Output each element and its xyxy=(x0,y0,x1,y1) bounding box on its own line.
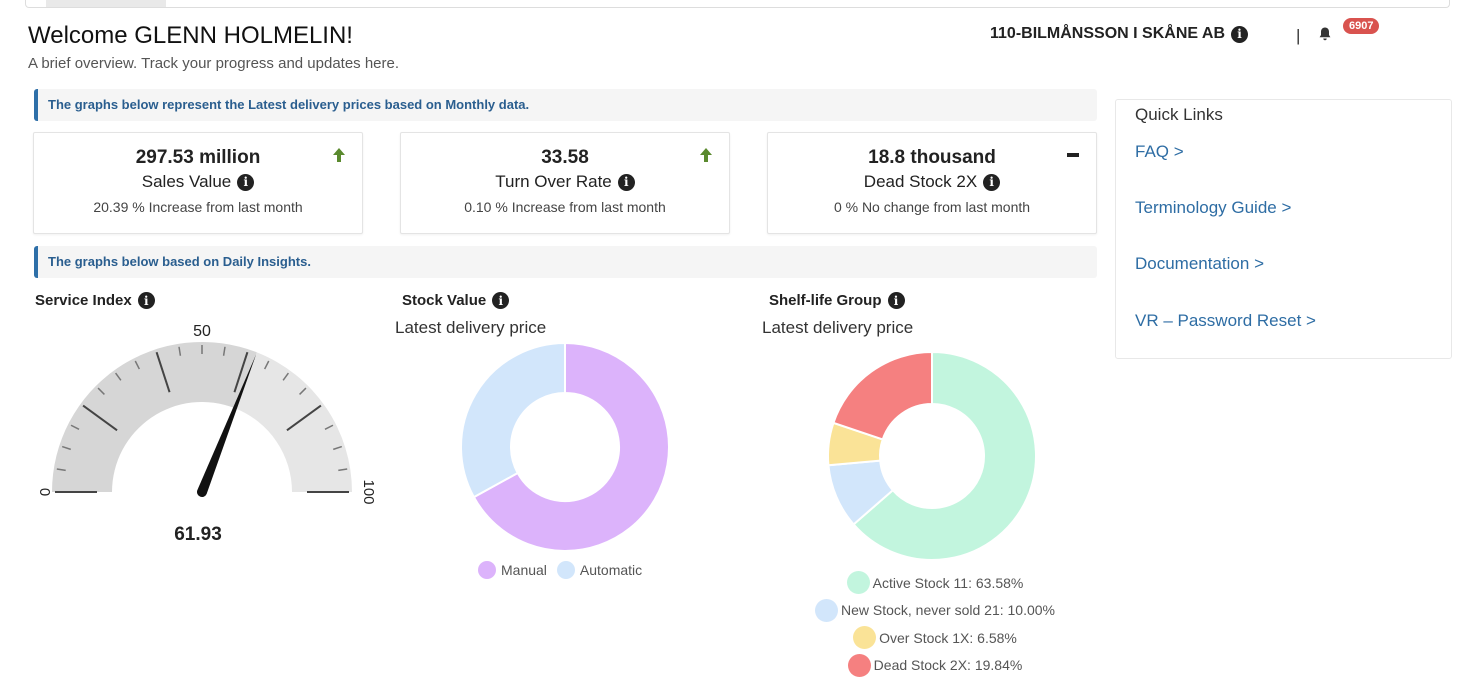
info-icon[interactable]: i xyxy=(1231,25,1248,43)
gauge-filled-band xyxy=(52,342,257,492)
legend-swatch xyxy=(556,561,575,579)
legend-swatch xyxy=(853,626,877,650)
kpi-label-row: Sales Value i xyxy=(34,172,362,192)
stock-value-title-row: Stock Value i xyxy=(402,292,510,309)
kpi-change: 0.10 % Increase from last month xyxy=(464,199,666,215)
link-documentation[interactable]: Documentation > xyxy=(1135,254,1264,274)
legend-item-manual[interactable]: Manual xyxy=(478,561,547,579)
legend-item-automatic[interactable]: Automatic xyxy=(556,561,643,579)
slice-automatic[interactable] xyxy=(460,341,566,499)
kpi-value: 33.58 xyxy=(541,147,589,168)
shelf-life-donut xyxy=(827,350,1037,561)
link-terminology-guide[interactable]: Terminology Guide > xyxy=(1135,198,1291,218)
arrow-up-icon xyxy=(699,147,713,168)
page-subtitle: A brief overview. Track your progress an… xyxy=(28,55,400,72)
gauge-tick-label-100: 100 xyxy=(360,479,375,504)
gauge-value-label: 61.93 xyxy=(174,524,222,545)
legend-label: New Stock, never sold 21: 10.00% xyxy=(840,602,1055,619)
info-icon[interactable]: i xyxy=(617,173,635,191)
legend-swatch xyxy=(847,653,871,677)
gauge-tick-label-0: 0 xyxy=(36,488,53,496)
tab-active[interactable] xyxy=(46,0,166,7)
stock-value-legend: Manual Automatic xyxy=(478,561,642,579)
legend-label: Manual xyxy=(501,562,547,578)
shelf-life-title-row: Shelf-life Group i xyxy=(769,292,905,309)
stock-value-donut xyxy=(460,341,670,552)
kpi-change: 20.39 % Increase from last month xyxy=(93,199,303,215)
legend-label: Active Stock 11: 63.58% xyxy=(872,574,1024,591)
kpi-value: 18.8 thousand xyxy=(868,147,996,168)
company-selector[interactable]: 110-BILMÅNSSON I SKÅNE AB i xyxy=(990,25,1248,43)
monthly-banner: The graphs below represent the Latest de… xyxy=(34,89,1097,121)
kpi-label: Sales Value xyxy=(141,172,232,191)
shelf-life-title: Shelf-life Group xyxy=(769,292,882,309)
header-separator: | xyxy=(1296,26,1301,45)
stock-value-subtitle: Latest delivery price xyxy=(395,318,547,337)
legend-label: Over Stock 1X: 6.58% xyxy=(879,629,1017,646)
kpi-card-sales-value: 297.53 million Sales Value i 20.39 % Inc… xyxy=(33,132,363,234)
kpi-label-row: Dead Stock 2X i xyxy=(768,172,1096,192)
info-icon[interactable]: i xyxy=(137,292,155,309)
slice-dead-stock-2x[interactable] xyxy=(832,350,933,441)
shelf-life-legend: Active Stock 11: 63.58% New Stock, never… xyxy=(780,569,1090,679)
daily-banner: The graphs below based on Daily Insights… xyxy=(34,246,1097,278)
kpi-label: Turn Over Rate xyxy=(495,172,612,191)
info-icon[interactable]: i xyxy=(887,292,905,309)
legend-label: Dead Stock 2X: 19.84% xyxy=(873,657,1023,674)
legend-label: Automatic xyxy=(579,562,643,578)
legend-item-new-stock[interactable]: New Stock, never sold 21: 10.00% xyxy=(780,597,1090,625)
legend-item-dead-stock[interactable]: Dead Stock 2X: 19.84% xyxy=(780,652,1090,680)
service-index-title: Service Index xyxy=(35,292,132,309)
arrow-up-icon xyxy=(332,147,346,168)
gauge-remaining-band xyxy=(234,352,352,492)
quick-links-title: Quick Links xyxy=(1135,105,1223,124)
service-index-gauge: 0 50 100 61.93 xyxy=(36,323,375,545)
page-title: Welcome GLENN HOLMELIN! xyxy=(28,22,353,49)
legend-swatch xyxy=(846,571,870,595)
info-icon[interactable]: i xyxy=(492,292,510,309)
top-tab-bar xyxy=(25,0,1450,8)
kpi-label: Dead Stock 2X xyxy=(863,172,978,191)
service-index-title-row: Service Index i xyxy=(35,292,155,309)
kpi-change: 0 % No change from last month xyxy=(833,199,1031,215)
gauge-tick-label-50: 50 xyxy=(193,323,211,340)
kpi-label-row: Turn Over Rate i xyxy=(401,172,729,192)
company-name: 110-BILMÅNSSON I SKÅNE AB xyxy=(990,25,1225,42)
gauge-arcs xyxy=(52,342,352,492)
kpi-card-dead-stock: 18.8 thousand Dead Stock 2X i 0 % No cha… xyxy=(767,132,1097,234)
quick-links-panel: Quick Links FAQ > Terminology Guide > Do… xyxy=(1115,99,1452,359)
shelf-life-subtitle: Latest delivery price xyxy=(762,318,914,337)
kpi-value: 297.53 million xyxy=(135,147,261,168)
minus-icon xyxy=(1066,147,1080,168)
stock-value-title: Stock Value xyxy=(402,292,487,309)
notification-badge[interactable]: 6907 xyxy=(1343,18,1380,34)
link-faq[interactable]: FAQ > xyxy=(1135,142,1184,162)
info-icon[interactable]: i xyxy=(237,173,255,191)
legend-item-over-stock[interactable]: Over Stock 1X: 6.58% xyxy=(780,624,1090,652)
kpi-card-turnover-rate: 33.58 Turn Over Rate i 0.10 % Increase f… xyxy=(400,132,730,234)
info-icon[interactable]: i xyxy=(983,173,1001,191)
bell-icon[interactable] xyxy=(1317,26,1333,47)
legend-swatch xyxy=(814,598,838,622)
legend-item-active-stock[interactable]: Active Stock 11: 63.58% xyxy=(780,569,1090,597)
legend-swatch xyxy=(478,561,496,579)
link-password-reset[interactable]: VR – Password Reset > xyxy=(1135,311,1316,331)
